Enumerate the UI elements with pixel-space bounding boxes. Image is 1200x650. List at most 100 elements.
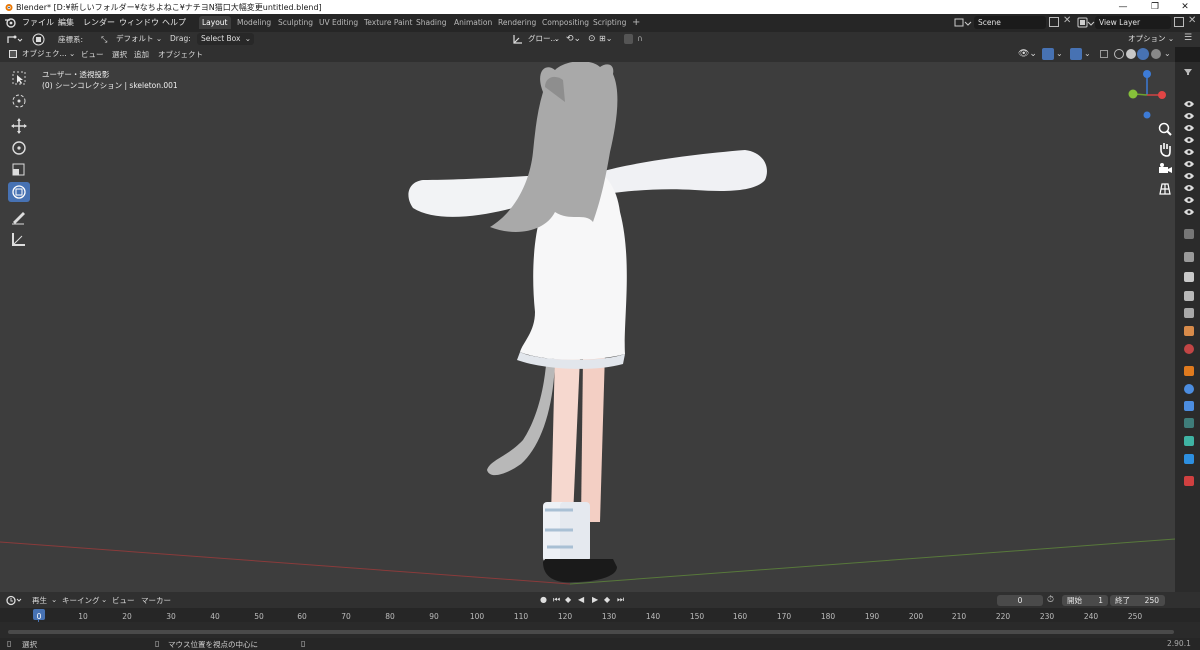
menu-render[interactable]: レンダー [83,17,115,28]
visibility-eye-icon[interactable] [1184,100,1194,108]
gizmo-dropdown-icon[interactable]: ⌄ [1056,49,1063,58]
timeline-scrollbar[interactable] [8,630,1174,634]
xray-toggle-icon[interactable] [1100,50,1108,58]
outliner-editor-icon[interactable]: ☰ [1184,33,1192,43]
cursor-tool[interactable] [8,91,30,111]
tab-rendering[interactable]: Rendering [495,16,539,29]
rotate-tool[interactable] [8,138,30,158]
editor-type-icon[interactable] [6,34,24,45]
character-model[interactable] [395,62,785,592]
prev-keyframe-icon[interactable]: ◆ [565,595,571,604]
overlay-toggle-icon[interactable] [1070,48,1082,60]
properties-editor-icon[interactable] [1184,229,1194,239]
tab-animation[interactable]: Animation [451,16,495,29]
orientation-dropdown[interactable]: デフォルト ⌄ [112,33,162,45]
viewport-menu-object[interactable]: オブジェクト [158,49,203,60]
tab-layout[interactable]: Layout [199,16,231,29]
blender-menu-icon[interactable] [4,17,16,28]
minimize-button[interactable]: — [1108,0,1138,14]
new-view-layer-icon[interactable] [1174,17,1184,27]
visibility-icon[interactable]: 👁⌄ [1018,49,1037,59]
visibility-eye-icon[interactable] [1184,196,1194,204]
next-keyframe-icon[interactable]: ◆ [604,595,610,604]
material-preview-shading-icon[interactable] [1137,48,1149,60]
falloff-icon[interactable]: ∩ [637,34,643,43]
maximize-button[interactable]: ❐ [1140,0,1170,14]
visibility-eye-icon[interactable] [1184,124,1194,132]
solid-shading-icon[interactable] [1126,49,1136,59]
tab-compositing[interactable]: Compositing [539,16,592,29]
data-properties-icon[interactable] [1184,454,1194,464]
pivot-point-icon[interactable]: ⟲⌄ [566,34,581,44]
transform-tool[interactable] [8,182,30,202]
viewport-menu-select[interactable]: 選択 [112,49,127,60]
delete-view-layer-icon[interactable]: ✕ [1188,15,1196,26]
new-scene-icon[interactable] [1049,17,1059,27]
play-reverse-icon[interactable]: ◀ [578,595,584,604]
timeline-track[interactable] [0,622,1200,638]
mode-dropdown[interactable]: オブジェク... ⌄ [18,48,75,60]
annotate-tool[interactable] [8,207,30,227]
viewport-menu-view[interactable]: ビュー [81,49,104,60]
perspective-grid-icon[interactable] [1156,181,1174,197]
tab-texture-paint[interactable]: Texture Paint [361,16,415,29]
record-icon[interactable]: ● [540,595,547,604]
wireframe-shading-icon[interactable] [1114,49,1124,59]
visibility-eye-icon[interactable] [1184,148,1194,156]
drag-dropdown[interactable]: Select Box ⌄ [197,33,254,45]
scale-tool[interactable] [8,160,30,180]
timeline-menu-keying[interactable]: キーイング [62,595,100,606]
particle-properties-icon[interactable] [1184,401,1194,411]
zoom-icon[interactable] [1156,121,1174,137]
overlay-dropdown-icon[interactable]: ⌄ [1084,49,1091,58]
end-frame-field[interactable]: 終了 250 [1110,595,1165,606]
timeline-menu-marker[interactable]: マーカー [141,595,171,606]
visibility-eye-icon[interactable] [1184,172,1194,180]
tab-uv-editing[interactable]: UV Editing [316,16,361,29]
add-workspace-button[interactable]: + [629,16,643,29]
close-window-button[interactable]: ✕ [1170,0,1200,14]
menu-file[interactable]: ファイル [22,17,54,28]
gizmo-toggle-icon[interactable] [1042,48,1054,60]
move-tool[interactable] [8,116,30,136]
visibility-eye-icon[interactable] [1184,160,1194,168]
proportional-editing-icon[interactable] [624,34,633,44]
jump-start-icon[interactable]: ⏮ [553,595,560,605]
tool-properties-icon[interactable] [1184,252,1194,262]
transform-orientation-dropdown[interactable]: グロー... ⌄ [524,33,560,45]
timeline-menu-playback[interactable]: 再生 [32,595,47,606]
visibility-eye-icon[interactable] [1184,208,1194,216]
timeline-menu-view[interactable]: ビュー [112,595,135,606]
timeline-editor-icon[interactable] [6,595,24,606]
physics-properties-icon[interactable] [1184,418,1194,428]
select-tool[interactable] [8,68,30,88]
measure-tool[interactable] [8,229,30,249]
scene-name-field[interactable]: Scene [974,16,1046,29]
play-icon[interactable]: ▶ [592,595,598,604]
tab-scripting[interactable]: Scripting [590,16,629,29]
camera-view-icon[interactable] [1156,161,1174,177]
view-layer-icon[interactable] [1077,17,1095,28]
start-frame-field[interactable]: 開始 1 [1062,595,1108,606]
object-properties-icon[interactable] [1184,366,1194,376]
visibility-eye-icon[interactable] [1184,112,1194,120]
visibility-eye-icon[interactable] [1184,136,1194,144]
tab-modeling[interactable]: Modeling [234,16,274,29]
pan-hand-icon[interactable] [1156,141,1174,157]
timeline-ruler[interactable] [0,608,1200,622]
viewport-menu-add[interactable]: 追加 [134,49,149,60]
stopwatch-icon[interactable]: ⏱ [1047,595,1054,605]
current-frame-field[interactable]: 0 [997,595,1043,606]
tab-sculpting[interactable]: Sculpting [275,16,316,29]
render-properties-icon[interactable] [1184,272,1194,282]
output-properties-icon[interactable] [1184,291,1194,301]
view-layer-field[interactable]: View Layer [1095,16,1171,29]
3d-viewport[interactable]: ユーザー・透視投影 (0) シーンコレクション | skeleton.001 [0,62,1175,592]
options-dropdown[interactable]: オプション ⌄ [1124,33,1174,45]
view-layer-properties-icon[interactable] [1184,308,1194,318]
snap-icon[interactable]: ⊙ [588,34,596,44]
menu-edit[interactable]: 編集 [58,17,74,28]
shading-dropdown-icon[interactable]: ⌄ [1164,49,1171,58]
jump-end-icon[interactable]: ⏭ [617,595,624,605]
delete-scene-icon[interactable]: ✕ [1063,15,1071,26]
